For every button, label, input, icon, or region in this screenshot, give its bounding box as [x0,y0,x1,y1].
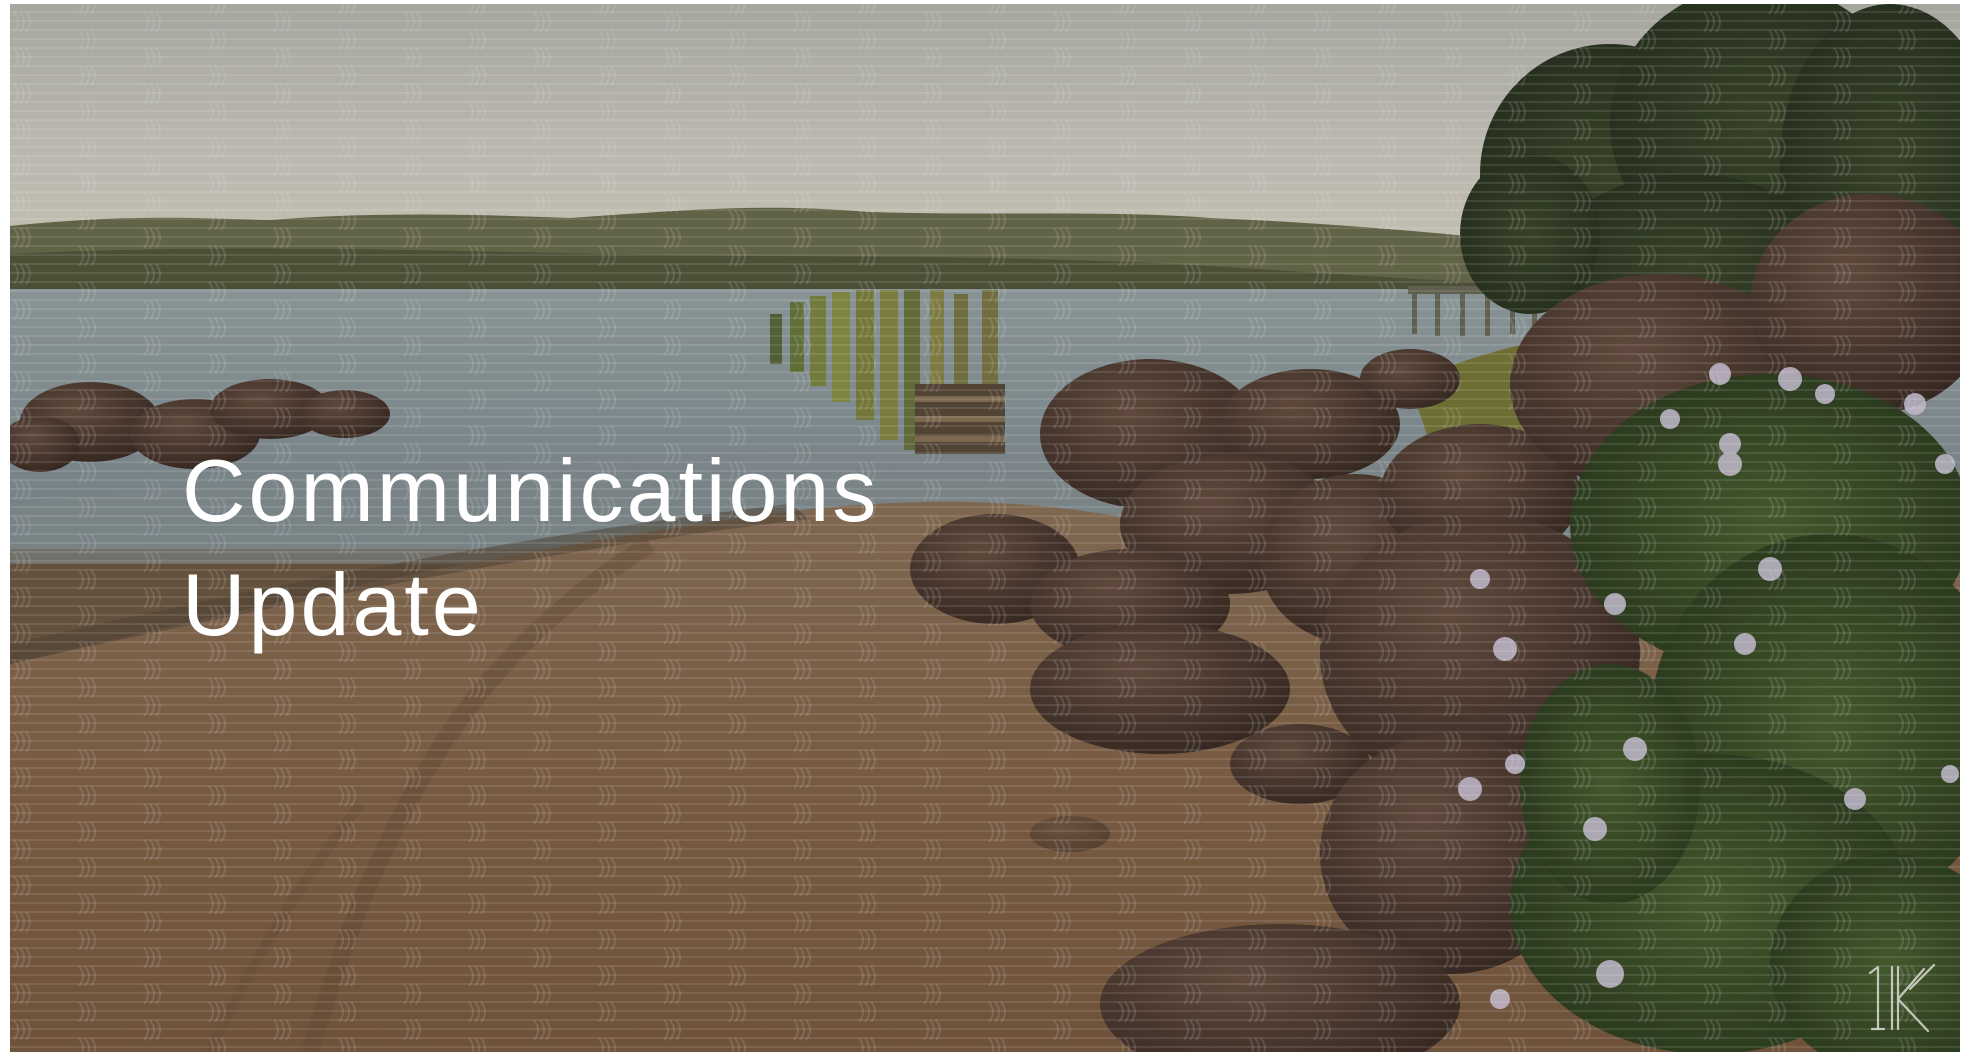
slide-title-line-1: Communications [182,441,880,540]
brand-logo-icon [1868,963,1936,1033]
title-slide: Communications Update [10,4,1960,1052]
slide-title-line-2: Update [182,555,484,654]
slide-title: Communications Update [182,434,879,662]
